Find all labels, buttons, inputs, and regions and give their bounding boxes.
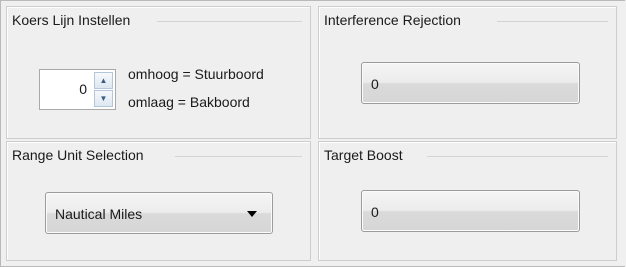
interference-rejection-button[interactable]: 0	[361, 62, 580, 104]
koers-lijn-group: Koers Lijn Instellen 0 ▲ ▼ omhoog = Stuu…	[6, 6, 311, 139]
interference-rejection-group: Interference Rejection 0	[318, 6, 617, 139]
target-boost-button[interactable]: 0	[361, 190, 580, 232]
up-hint-label: omhoog = Stuurboord	[128, 66, 264, 82]
up-arrow-icon[interactable]: ▲	[94, 72, 113, 89]
range-unit-group: Range Unit Selection Nautical Miles	[6, 141, 311, 261]
chevron-down-icon	[247, 211, 257, 217]
interference-rejection-value: 0	[371, 76, 379, 92]
interference-rejection-title: Interference Rejection	[324, 12, 465, 28]
target-boost-group: Target Boost 0	[318, 141, 617, 261]
down-arrow-icon[interactable]: ▼	[94, 90, 113, 107]
range-unit-title: Range Unit Selection	[12, 147, 148, 163]
heading-line-spinner[interactable]: 0 ▲ ▼	[39, 69, 116, 110]
target-boost-title: Target Boost	[324, 147, 407, 163]
koers-lijn-title: Koers Lijn Instellen	[12, 12, 135, 28]
settings-window: Koers Lijn Instellen 0 ▲ ▼ omhoog = Stuu…	[0, 0, 625, 267]
target-boost-value: 0	[371, 204, 379, 220]
range-unit-dropdown[interactable]: Nautical Miles	[45, 192, 273, 234]
heading-line-value: 0	[79, 81, 87, 97]
range-unit-selected: Nautical Miles	[55, 206, 143, 222]
down-hint-label: omlaag = Bakboord	[128, 94, 250, 110]
